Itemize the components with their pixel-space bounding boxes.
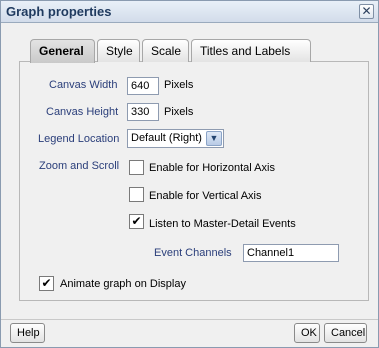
tab-scale[interactable]: Scale bbox=[142, 39, 189, 62]
vertical-axis-label: Enable for Vertical Axis bbox=[149, 190, 262, 202]
legend-location-label: Legend Location bbox=[38, 133, 120, 145]
cancel-button[interactable]: Cancel bbox=[324, 323, 367, 343]
tab-style[interactable]: Style bbox=[97, 39, 140, 62]
animate-label: Animate graph on Display bbox=[60, 278, 186, 290]
close-button[interactable]: ✕ bbox=[359, 4, 374, 19]
legend-location-value: Default (Right) bbox=[131, 132, 202, 144]
canvas-height-input[interactable]: 330 bbox=[127, 103, 159, 121]
graph-properties-dialog: Graph properties ✕ General Style Scale T… bbox=[0, 0, 379, 348]
event-channels-input[interactable]: Channel1 bbox=[243, 244, 339, 262]
close-icon: ✕ bbox=[361, 4, 372, 18]
help-button[interactable]: Help bbox=[10, 323, 45, 343]
canvas-height-label: Canvas Height bbox=[46, 106, 119, 118]
canvas-height-unit: Pixels bbox=[164, 106, 194, 118]
zoom-scroll-label: Zoom and Scroll bbox=[39, 160, 120, 172]
tab-panel-general bbox=[19, 61, 369, 301]
animate-checkbox[interactable]: ✔ bbox=[39, 276, 54, 291]
tab-scale-label: Scale bbox=[151, 44, 182, 58]
vertical-axis-checkbox[interactable] bbox=[129, 187, 144, 202]
master-detail-label: Listen to Master-Detail Events bbox=[149, 218, 296, 230]
dialog-title: Graph properties bbox=[6, 4, 112, 19]
horizontal-axis-checkbox[interactable] bbox=[129, 160, 144, 175]
horizontal-axis-label: Enable for Horizontal Axis bbox=[149, 162, 275, 174]
canvas-width-label: Canvas Width bbox=[49, 79, 118, 91]
ok-button[interactable]: OK bbox=[294, 323, 320, 343]
canvas-width-unit: Pixels bbox=[164, 79, 194, 91]
event-channels-label: Event Channels bbox=[154, 247, 232, 259]
tab-titles-and-labels[interactable]: Titles and Labels bbox=[191, 39, 311, 62]
tab-general-label: General bbox=[39, 44, 84, 58]
footer-divider bbox=[1, 319, 378, 320]
master-detail-checkbox[interactable]: ✔ bbox=[129, 214, 144, 229]
chevron-down-icon[interactable]: ▼ bbox=[206, 131, 222, 146]
canvas-width-input[interactable]: 640 bbox=[127, 77, 159, 95]
checkmark-icon: ✔ bbox=[131, 214, 142, 228]
legend-location-select[interactable]: Default (Right) ▼ bbox=[127, 129, 224, 148]
checkmark-icon: ✔ bbox=[41, 276, 52, 290]
tab-titles-and-labels-label: Titles and Labels bbox=[200, 44, 291, 58]
tab-general[interactable]: General bbox=[30, 39, 95, 63]
title-bar: Graph properties ✕ bbox=[1, 1, 378, 23]
tab-style-label: Style bbox=[106, 44, 133, 58]
